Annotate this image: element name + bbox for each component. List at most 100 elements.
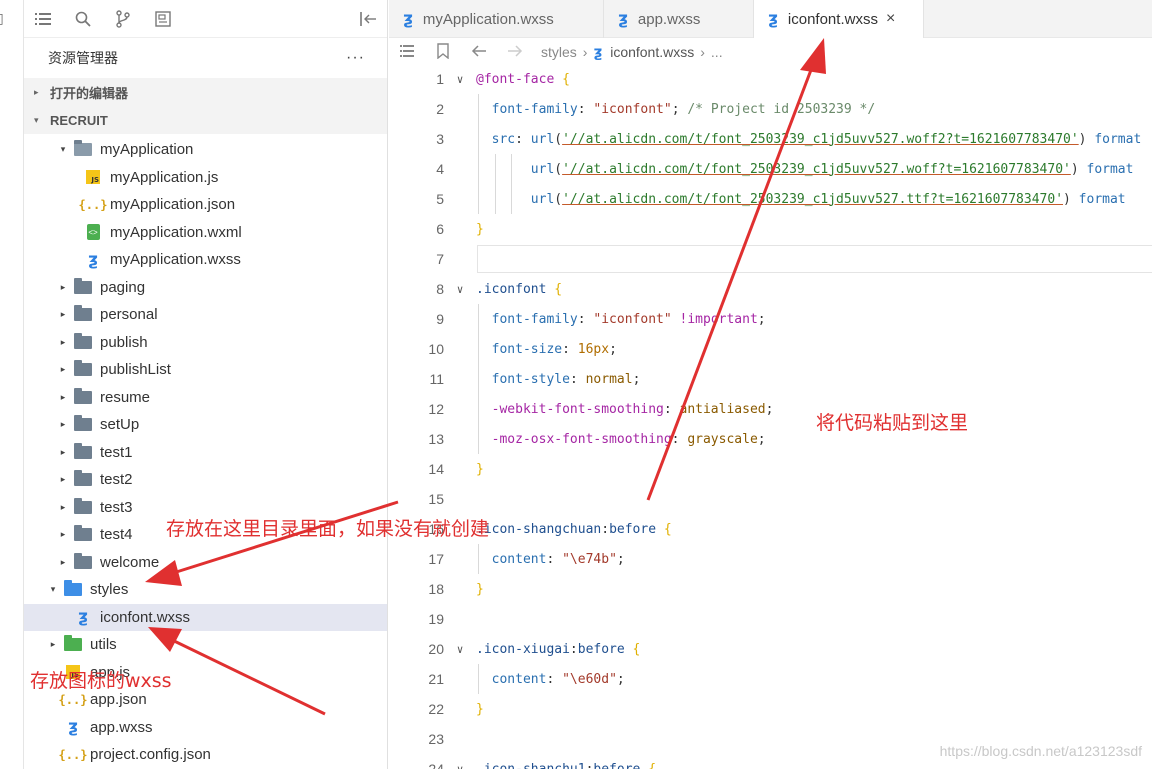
chevron-right-icon: ▸ (60, 309, 66, 320)
section-open-editors[interactable]: ▸ 打开的编辑器 (24, 78, 387, 106)
folder-icon (74, 360, 92, 377)
tree-item-label: myApplication.json (110, 196, 236, 214)
annotation-icon-wxss: 存放图标的wxss (30, 670, 172, 692)
tree-item[interactable]: ▸ publishList (24, 356, 387, 384)
tree-item-label: setUp (100, 416, 140, 434)
code-text: } (476, 581, 484, 597)
explorer-toolbar (24, 0, 387, 38)
tree-item[interactable]: ▸ personal (24, 301, 387, 329)
breadcrumb-tail[interactable]: ... (711, 44, 723, 60)
forward-arrow-icon[interactable] (507, 44, 523, 61)
chevron-right-icon: ▸ (60, 446, 66, 457)
tree-item[interactable]: ▾ myApplication (24, 136, 387, 164)
section-recruit[interactable]: ▾ RECRUIT (24, 106, 387, 134)
tree-item[interactable]: ▸ test2 (24, 466, 387, 494)
tree-item[interactable]: JS myApplication.js (24, 164, 387, 192)
extensions-icon[interactable] (154, 10, 172, 28)
file-type-icon (74, 332, 92, 350)
code-text: .icon-xiugai:before { (476, 641, 641, 657)
js-file-icon: JS (86, 170, 100, 185)
line-number: 2 (436, 101, 444, 117)
tree-item[interactable]: ƺ myApplication.wxss (24, 246, 387, 274)
line-number: 11 (429, 371, 444, 387)
code-line: 5 url('//at.alicdn.com/t/font_2503239_c1… (389, 184, 1152, 214)
line-number: 17 (428, 551, 444, 567)
more-actions-button[interactable]: ··· (346, 49, 365, 67)
tree-item[interactable]: ƺ app.wxss (24, 714, 387, 742)
back-arrow-icon[interactable] (471, 44, 487, 61)
chevron-down-icon: ▾ (50, 584, 56, 595)
file-type-icon (74, 415, 92, 433)
tree-item[interactable]: {..} project.config.json (24, 741, 387, 769)
code-text: font-style: normal; (491, 371, 641, 387)
breadcrumb-folder[interactable]: styles (541, 44, 577, 60)
code-text: -webkit-font-smoothing: antialiased; (491, 401, 774, 417)
file-type-icon (74, 360, 92, 378)
tree-item[interactable]: ▾ styles (24, 576, 387, 604)
tree-item[interactable]: ƺ iconfont.wxss (24, 603, 387, 631)
tree-item[interactable]: ▸ resume (24, 384, 387, 412)
code-line: 20 ∨ .icon-xiugai:before { (389, 634, 1152, 664)
tab-iconfont-wxss[interactable]: ƺ iconfont.wxss × (754, 0, 924, 38)
line-number: 1 (436, 71, 444, 87)
code-line: 21 content: "\e60d"; (389, 664, 1152, 694)
tree-item[interactable]: ▸ utils (24, 631, 387, 659)
breadcrumb-file[interactable]: ƺ iconfont.wxss (593, 43, 694, 61)
file-type-icon (74, 470, 92, 488)
line-number: 23 (428, 731, 444, 747)
code-text: font-family: "iconfont" !important; (491, 311, 766, 327)
code-line: 6} (389, 214, 1152, 244)
folder-icon (74, 277, 92, 294)
tree-item[interactable]: ▸ paging (24, 274, 387, 302)
chevron-right-icon: ▸ (60, 474, 66, 485)
tree-item-label: test1 (100, 443, 133, 461)
file-type-icon (74, 497, 92, 515)
fold-chevron-icon[interactable]: ∨ (444, 73, 476, 86)
tree-item[interactable]: ▸ test1 (24, 439, 387, 467)
line-number: 15 (428, 491, 444, 507)
tab-myapplication-wxss[interactable]: ƺ myApplication.wxss (389, 0, 604, 38)
tree-item-label: publishList (100, 361, 171, 379)
tree-item-label: test2 (100, 471, 133, 489)
tree-item[interactable]: ▸ welcome (24, 549, 387, 577)
file-icon[interactable]: ▯ (0, 10, 10, 26)
tree-item[interactable]: ▸ setUp (24, 411, 387, 439)
fold-chevron-icon[interactable]: ∨ (444, 283, 476, 296)
breadcrumb-file-label: iconfont.wxss (610, 44, 695, 60)
folder-icon (74, 387, 92, 404)
breadcrumb: styles › ƺ iconfont.wxss › ... (389, 38, 1152, 66)
folder-icon (74, 497, 92, 514)
fold-chevron-icon[interactable]: ∨ (444, 763, 476, 769)
file-type-icon: ƺ (84, 249, 102, 270)
fold-chevron-icon[interactable]: ∨ (444, 643, 476, 656)
folder-open-icon (74, 140, 92, 157)
list-icon[interactable] (399, 44, 415, 60)
code-text: } (476, 701, 484, 717)
tree-item-label: project.config.json (90, 746, 211, 764)
line-number: 4 (436, 161, 444, 177)
collapse-panel-icon[interactable] (359, 10, 377, 28)
source-control-icon[interactable] (114, 9, 132, 28)
activity-strip: ▯ (0, 0, 24, 769)
code-line: 3 src: url('//at.alicdn.com/t/font_25032… (389, 124, 1152, 154)
chevron-right-icon: › (582, 44, 588, 60)
tab-app-wxss[interactable]: ƺ app.wxss (604, 0, 754, 38)
tree-item-label: utils (90, 636, 117, 654)
line-number: 20 (428, 641, 444, 657)
tree-item[interactable]: ▸ publish (24, 329, 387, 357)
file-type-icon: JS (84, 169, 102, 185)
tree-item[interactable]: <> myApplication.wxml (24, 219, 387, 247)
bookmark-icon[interactable] (435, 42, 451, 62)
code-line: 1 ∨ @font-face { (389, 64, 1152, 94)
code-editor[interactable]: 1 ∨ @font-face {2 font-family: "iconfont";… (389, 64, 1152, 769)
search-icon[interactable] (74, 10, 92, 28)
list-icon[interactable] (34, 10, 52, 28)
tree-item-label: myApplication.wxss (110, 251, 241, 269)
close-icon[interactable]: × (886, 10, 895, 28)
line-number: 19 (428, 611, 444, 627)
code-line: 17 content: "\e74b"; (389, 544, 1152, 574)
css-file-icon: ƺ (88, 249, 98, 270)
tree-item[interactable]: {..} myApplication.json (24, 191, 387, 219)
chevron-right-icon: ▸ (60, 556, 66, 567)
file-type-icon (74, 525, 92, 543)
